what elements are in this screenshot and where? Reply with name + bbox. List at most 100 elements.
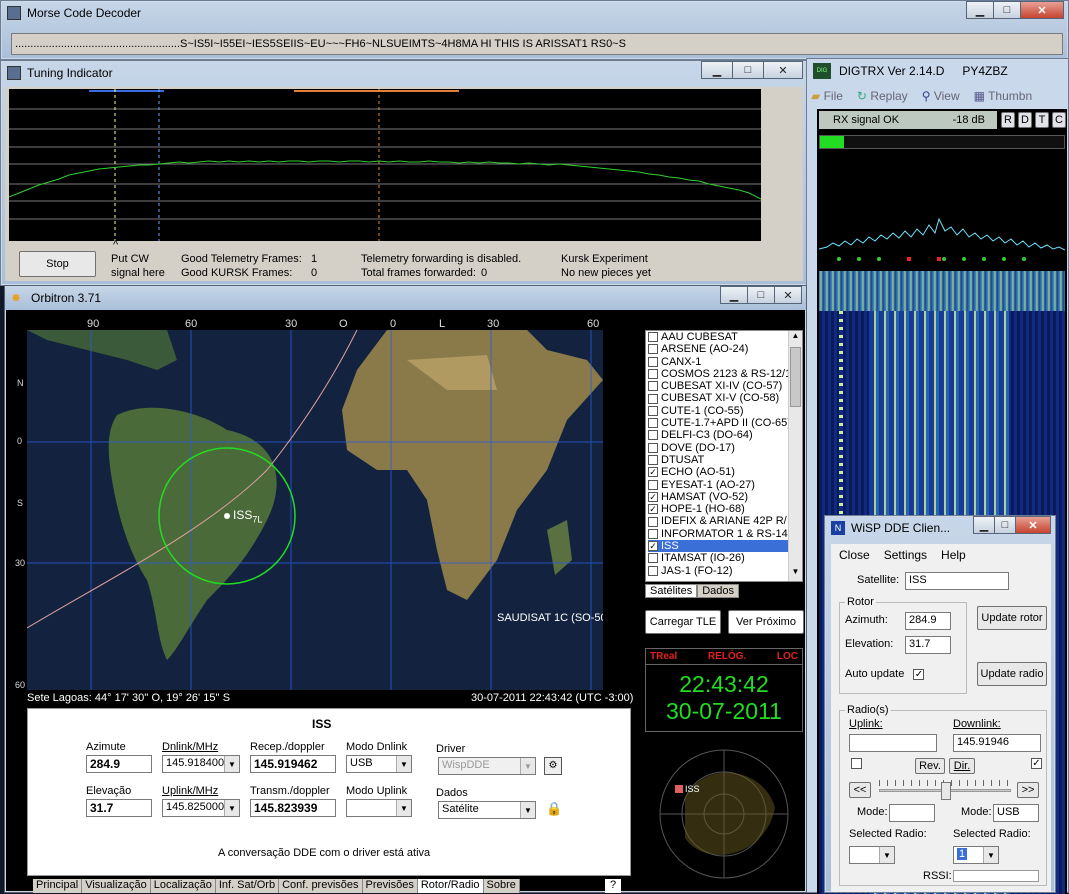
- satellite-checkbox[interactable]: [648, 442, 658, 453]
- transmit-doppler-field[interactable]: 145.823939: [250, 799, 336, 817]
- scroll-down-icon[interactable]: ▼: [789, 567, 802, 581]
- tab-dados[interactable]: Dados: [697, 584, 739, 598]
- clock-tag-loc[interactable]: LOC: [777, 651, 798, 662]
- menu-view[interactable]: ⚲ View: [922, 89, 960, 103]
- menu-help[interactable]: Help: [941, 548, 966, 562]
- auto-update-checkbox[interactable]: ✓: [913, 668, 925, 680]
- update-radio-button[interactable]: Update radio: [977, 662, 1047, 686]
- tab-localiza-o[interactable]: Localização: [150, 879, 216, 893]
- satellite-checkbox[interactable]: [648, 332, 658, 343]
- satellite-checkbox[interactable]: [648, 418, 658, 429]
- close-button[interactable]: ✕: [1015, 516, 1051, 534]
- menu-file[interactable]: ▰ File: [811, 89, 843, 103]
- chevron-down-icon[interactable]: ▼: [224, 756, 239, 772]
- satellite-list-item[interactable]: COSMOS 2123 & RS-12/1: [648, 368, 788, 380]
- stop-button[interactable]: Stop: [19, 251, 96, 277]
- chevron-down-icon[interactable]: ▼: [520, 802, 535, 818]
- satellite-list-item[interactable]: ✓ HAMSAT (VO-52): [648, 491, 788, 503]
- satellite-checkbox[interactable]: [648, 516, 658, 527]
- satellite-list-item[interactable]: CANX-1: [648, 356, 788, 368]
- uplink-combo[interactable]: 145.825000 ▼: [162, 799, 240, 817]
- tab-previs-es[interactable]: Previsões: [362, 879, 418, 893]
- satellite-list-item[interactable]: ✓ ISS: [648, 540, 788, 553]
- reverse-button[interactable]: Rev.: [915, 758, 945, 774]
- satellite-checkbox[interactable]: ✓: [648, 541, 658, 552]
- minimize-button[interactable]: ▁: [701, 61, 733, 79]
- chevron-down-icon[interactable]: ▼: [396, 800, 411, 816]
- tab-inf-sat-orb[interactable]: Inf. Sat/Orb: [215, 879, 280, 893]
- menu-replay[interactable]: ↻ Replay: [857, 89, 908, 103]
- downlink-combo[interactable]: 145.918400 ▼: [162, 755, 240, 773]
- tuning-spectrum[interactable]: [9, 89, 761, 241]
- satellite-checkbox[interactable]: [648, 565, 658, 576]
- tab-conf-previs-es[interactable]: Conf. previsões: [279, 879, 363, 893]
- elevation-field[interactable]: 31.7: [86, 799, 152, 817]
- satellite-list-item[interactable]: ✓ HOPE-1 (HO-68): [648, 503, 788, 515]
- flag-d-button[interactable]: D: [1018, 112, 1032, 128]
- maximize-button[interactable]: □: [732, 61, 764, 79]
- satellite-list-item[interactable]: ARSENE (AO-24): [648, 343, 788, 355]
- slider-thumb[interactable]: [941, 782, 951, 800]
- close-button[interactable]: ✕: [1020, 1, 1064, 19]
- satellite-checkbox[interactable]: [648, 553, 658, 564]
- reception-doppler-field[interactable]: 145.919462: [250, 755, 336, 773]
- satellite-list[interactable]: AAU CUBESAT ARSENE (AO-24) CANX-1 COSMOS 21…: [645, 330, 803, 582]
- maximize-button[interactable]: □: [994, 516, 1016, 534]
- menu-close[interactable]: Close: [839, 548, 870, 562]
- satellite-list-item[interactable]: CUTE-1 (CO-55): [648, 405, 788, 417]
- tune-left-button[interactable]: <<: [849, 782, 871, 798]
- selected-radio-left-combo[interactable]: ▼: [849, 846, 895, 864]
- satellite-checkbox[interactable]: [648, 368, 658, 379]
- satellite-checkbox[interactable]: [648, 405, 658, 416]
- satellite-checkbox[interactable]: [648, 479, 658, 490]
- rotor-elevation-field[interactable]: 31.7: [905, 636, 951, 654]
- rotor-azimuth-field[interactable]: 284.9: [905, 612, 951, 630]
- flag-r-button[interactable]: R: [1001, 112, 1015, 128]
- scroll-thumb[interactable]: [790, 347, 801, 407]
- selected-radio-right-combo[interactable]: 1 ▼: [953, 846, 999, 864]
- chevron-down-icon[interactable]: ▼: [396, 756, 411, 772]
- satellite-checkbox[interactable]: [648, 381, 658, 392]
- satellite-list-item[interactable]: ITAMSAT (IO-26): [648, 552, 788, 564]
- satellite-checkbox[interactable]: [648, 344, 658, 355]
- satellite-field[interactable]: ISS: [905, 572, 1009, 590]
- tab-rotor-radio[interactable]: Rotor/Radio: [417, 879, 484, 893]
- close-button[interactable]: ✕: [763, 61, 803, 79]
- clock-tag-treal[interactable]: TReal: [650, 651, 677, 662]
- flag-c-button[interactable]: C: [1052, 112, 1066, 128]
- satellite-list-item[interactable]: DTUSAT: [648, 454, 788, 466]
- satellite-list-item[interactable]: AAU CUBESAT: [648, 331, 788, 343]
- satellite-checkbox[interactable]: [648, 356, 658, 367]
- driver-config-icon[interactable]: ⚙: [544, 757, 562, 775]
- satellite-checkbox[interactable]: [648, 430, 658, 441]
- menu-settings[interactable]: Settings: [884, 548, 927, 562]
- morse-text-field[interactable]: ........................................…: [11, 33, 1063, 55]
- satellite-list-item[interactable]: INFORMATOR 1 & RS-14: [648, 528, 788, 540]
- downlink-field[interactable]: 145.91946: [953, 734, 1041, 752]
- lock-icon[interactable]: 🔒: [546, 801, 562, 817]
- digtrx-spectrum[interactable]: [819, 153, 1065, 263]
- tab-satelites[interactable]: Satélites: [645, 584, 698, 598]
- close-button[interactable]: ✕: [774, 286, 802, 304]
- direct-button[interactable]: Dir.: [949, 758, 975, 774]
- tab-sobre[interactable]: Sobre: [483, 879, 520, 893]
- satellite-checkbox[interactable]: ✓: [648, 504, 658, 515]
- satellite-checkbox[interactable]: ✓: [648, 467, 658, 478]
- tuning-slider[interactable]: [879, 780, 1011, 800]
- satellite-list-scrollbar[interactable]: ▲ ▼: [788, 331, 802, 581]
- satellite-list-item[interactable]: CUTE-1.7+APD II (CO-65): [648, 417, 788, 429]
- mode-left-field[interactable]: [889, 804, 935, 822]
- chevron-down-icon[interactable]: ▼: [520, 758, 535, 774]
- tab-principal[interactable]: Principal: [33, 879, 83, 893]
- chevron-down-icon[interactable]: ▼: [224, 800, 239, 816]
- satellite-list-item[interactable]: CUBESAT XI-V (CO-58): [648, 392, 788, 404]
- clock-tag-relog[interactable]: RELÓG.: [708, 651, 746, 662]
- satellite-list-item[interactable]: ✓ ECHO (AO-51): [648, 466, 788, 478]
- load-tle-button[interactable]: Carregar TLE: [645, 610, 721, 634]
- tab-visualiza-o[interactable]: Visualização: [82, 879, 151, 893]
- minimize-button[interactable]: ▁: [720, 286, 748, 304]
- azimuth-field[interactable]: 284.9: [86, 755, 152, 773]
- minimize-button[interactable]: ▁: [966, 1, 994, 19]
- satellite-list-item[interactable]: IDEFIX & ARIANE 42P R/: [648, 515, 788, 527]
- satellite-list-item[interactable]: DELFI-C3 (DO-64): [648, 429, 788, 441]
